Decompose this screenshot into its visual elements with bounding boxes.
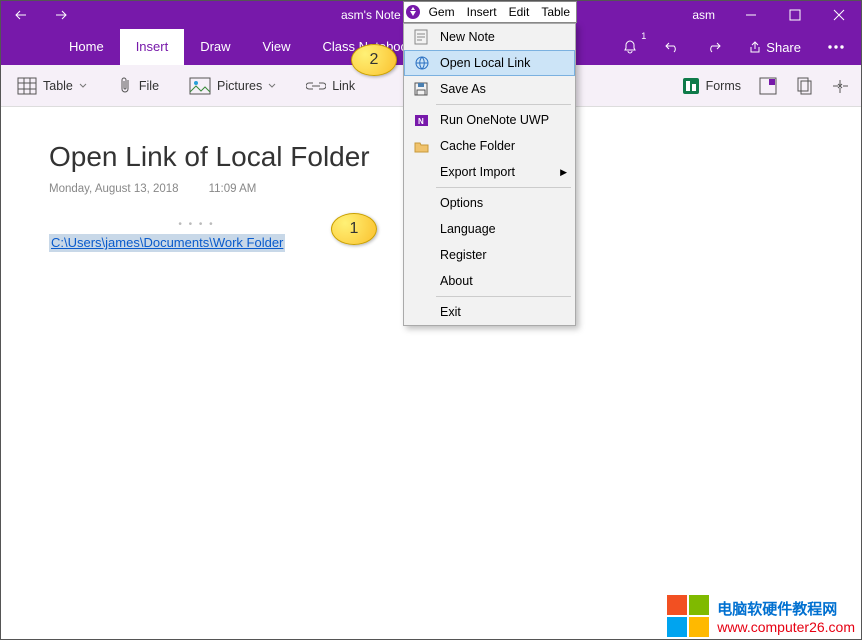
menu-new-note[interactable]: New Note xyxy=(404,24,575,50)
selected-link[interactable]: C:\Users\james\Documents\Work Folder xyxy=(49,234,285,252)
copy-icon xyxy=(795,77,813,95)
user-name[interactable]: asm xyxy=(678,8,729,22)
callout-2: 2 xyxy=(351,44,397,76)
svg-text:N: N xyxy=(418,117,424,126)
gem-logo-icon[interactable] xyxy=(404,4,423,20)
paperclip-icon xyxy=(117,76,133,96)
folder-icon xyxy=(412,137,430,155)
tab-insert[interactable]: Insert xyxy=(120,29,185,65)
tab-home[interactable]: Home xyxy=(53,29,120,65)
watermark-line2: www.computer26.com xyxy=(717,619,855,635)
page-time: 11:09 AM xyxy=(209,183,257,195)
save-icon xyxy=(412,80,430,98)
undo-button[interactable] xyxy=(658,29,686,65)
menu-save-as[interactable]: Save As xyxy=(404,76,575,102)
gem-menubar: Gem Insert Edit Table xyxy=(403,1,577,23)
notifications-button[interactable]: 1 xyxy=(616,29,644,65)
back-button[interactable] xyxy=(1,1,41,29)
note-container-handle[interactable]: • • • • xyxy=(49,219,344,230)
ribbon-btn-b[interactable] xyxy=(795,77,813,95)
box-icon xyxy=(759,77,777,95)
picture-icon xyxy=(189,77,211,95)
ribbon-link[interactable]: Link xyxy=(306,79,355,93)
forward-button[interactable] xyxy=(41,1,81,29)
notification-badge: 1 xyxy=(641,31,646,41)
equation-icon xyxy=(831,77,849,95)
menu-language[interactable]: Language xyxy=(404,216,575,242)
gem-menu-table[interactable]: Table xyxy=(535,2,576,22)
more-button[interactable] xyxy=(821,29,851,65)
page-date: Monday, August 13, 2018 xyxy=(49,183,179,195)
local-folder-link[interactable]: C:\Users\james\Documents\Work Folder xyxy=(51,235,283,250)
maximize-button[interactable] xyxy=(773,1,817,29)
link-icon xyxy=(306,79,326,93)
menu-about[interactable]: About xyxy=(404,268,575,294)
globe-link-icon xyxy=(413,54,431,72)
watermark-line1: 电脑软硬件教程网 xyxy=(717,598,855,619)
menu-open-local-link[interactable]: Open Local Link xyxy=(404,50,575,76)
chevron-down-icon xyxy=(79,82,87,90)
window-title: asm's Note xyxy=(341,8,401,22)
gem-menu-edit[interactable]: Edit xyxy=(503,2,536,22)
ribbon-right: 1 Share xyxy=(616,29,851,65)
menu-run-onenote-uwp[interactable]: N Run OneNote UWP xyxy=(404,107,575,133)
gem-dropdown-menu: New Note Open Local Link Save As N Run O… xyxy=(403,23,576,326)
ribbon-btn-c[interactable] xyxy=(831,77,849,95)
minimize-button[interactable] xyxy=(729,1,773,29)
new-note-icon xyxy=(412,28,430,46)
forms-icon xyxy=(682,77,700,95)
menu-options[interactable]: Options xyxy=(404,190,575,216)
close-button[interactable] xyxy=(817,1,861,29)
gem-menu-gem[interactable]: Gem xyxy=(423,2,461,22)
tab-draw[interactable]: Draw xyxy=(184,29,246,65)
ribbon-btn-a[interactable] xyxy=(759,77,777,95)
ribbon-pictures[interactable]: Pictures xyxy=(189,77,276,95)
menu-export-import[interactable]: Export Import ▶ xyxy=(404,159,575,185)
gem-menu-insert[interactable]: Insert xyxy=(461,2,503,22)
table-icon xyxy=(17,77,37,95)
ribbon-file[interactable]: File xyxy=(117,76,159,96)
onenote-icon: N xyxy=(412,111,430,129)
nav-arrows xyxy=(1,1,81,29)
menu-exit[interactable]: Exit xyxy=(404,299,575,325)
ribbon-table[interactable]: Table xyxy=(17,77,87,95)
windows-logo-icon xyxy=(667,595,709,637)
callout-1: 1 xyxy=(331,213,377,245)
redo-button[interactable] xyxy=(700,29,728,65)
ribbon-forms[interactable]: Forms xyxy=(682,77,741,95)
watermark: 电脑软硬件教程网 www.computer26.com xyxy=(667,595,855,637)
menu-register[interactable]: Register xyxy=(404,242,575,268)
chevron-down-icon xyxy=(268,82,276,90)
menu-cache-folder[interactable]: Cache Folder xyxy=(404,133,575,159)
tab-view[interactable]: View xyxy=(247,29,307,65)
submenu-arrow-icon: ▶ xyxy=(560,167,567,178)
share-button[interactable]: Share xyxy=(742,29,807,65)
